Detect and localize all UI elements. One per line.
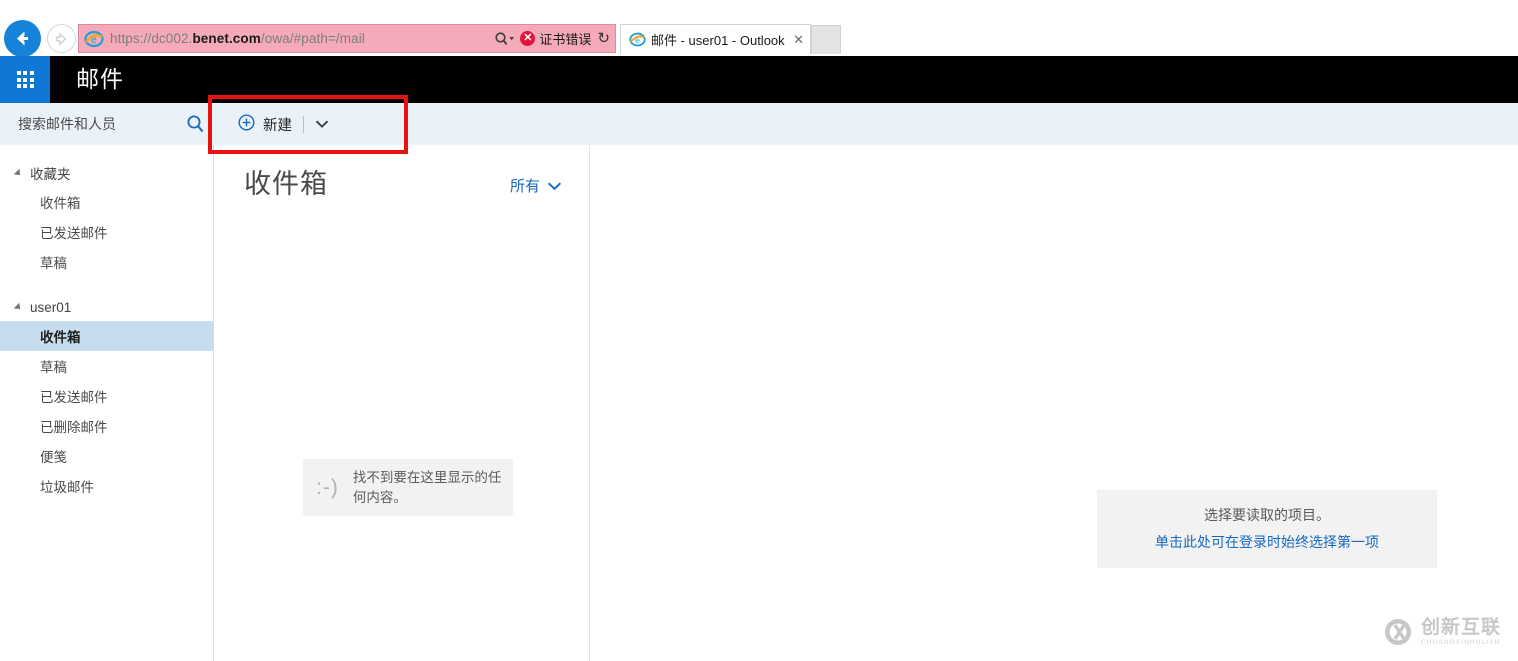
address-bar-actions: ✕ 证书错误 ↻ (494, 29, 615, 48)
empty-state-text: 找不到要在这里显示的任何内容。 (352, 470, 502, 505)
folder-group-favorites[interactable]: 收藏夹 (0, 159, 213, 187)
sidebar-item-inbox[interactable]: 收件箱 (0, 321, 213, 351)
sidebar-item-deleted[interactable]: 已删除邮件 (0, 411, 213, 441)
url-text: https://dc002.benet.com/owa/#path=/mail (110, 31, 365, 46)
sidebar-item-fav-drafts[interactable]: 草稿 (0, 247, 213, 277)
folder-item-label: 便笺 (40, 450, 67, 465)
sidebar-item-junk[interactable]: 垃圾邮件 (0, 471, 213, 501)
toolbar-divider (303, 116, 304, 133)
search-dropdown-icon[interactable] (494, 31, 516, 47)
forward-arrow-icon (56, 32, 67, 46)
message-filter-label: 所有 (509, 178, 540, 195)
sidebar-item-sent[interactable]: 已发送邮件 (0, 381, 213, 411)
back-button[interactable] (4, 20, 41, 57)
folder-sidebar: 收藏夹 收件箱 已发送邮件 草稿 user01 收件箱 草稿 已发送邮件 已删除… (0, 145, 214, 661)
chevron-down-icon (547, 181, 562, 190)
new-mail-label: 新建 (263, 118, 292, 134)
message-list-header: 收件箱 所有 (215, 145, 590, 217)
search-input[interactable] (16, 115, 180, 133)
search-box[interactable] (0, 103, 214, 145)
caret-down-icon (13, 168, 23, 178)
message-list-title: 收件箱 (244, 169, 328, 199)
folder-item-label: 已发送邮件 (40, 390, 108, 405)
folder-item-label: 草稿 (40, 360, 67, 375)
empty-list-message: :-) 找不到要在这里显示的任何内容。 (303, 459, 513, 517)
circle-plus-icon (238, 113, 255, 136)
app-launcher-button[interactable] (0, 56, 50, 103)
folder-item-label: 垃圾邮件 (40, 480, 94, 495)
reading-pane: 选择要读取的项目。 单击此处可在登录时始终选择第一项 (591, 145, 1518, 661)
forward-button[interactable] (47, 24, 76, 53)
svg-text:e: e (91, 35, 97, 46)
reading-pane-placeholder: 选择要读取的项目。 单击此处可在登录时始终选择第一项 (1097, 490, 1437, 568)
caret-down-icon (13, 302, 23, 312)
svg-text:e: e (635, 35, 640, 45)
message-list-pane: 收件箱 所有 :-) 找不到要在这里显示的任何内容。 (215, 145, 590, 661)
internet-explorer-icon: e (84, 30, 104, 47)
certificate-error-label: 证书错误 (539, 32, 592, 47)
internet-explorer-icon: e (629, 32, 646, 47)
folder-group-label: user01 (30, 299, 72, 315)
watermark-logo: 创新互联 CHUANGXINHULIAN (1382, 612, 1510, 652)
refresh-icon[interactable]: ↻ (597, 31, 610, 46)
new-mail-button[interactable]: 新建 (230, 108, 341, 141)
folder-group-user01[interactable]: user01 (0, 293, 213, 321)
watermark-text: 创新互联 CHUANGXINHULIAN (1421, 616, 1502, 647)
folder-item-label: 已发送邮件 (40, 226, 108, 241)
new-tab-button[interactable] (811, 25, 841, 54)
folder-group-label: 收藏夹 (30, 167, 71, 182)
folder-item-label: 草稿 (40, 256, 67, 271)
search-and-command-bar: 新建 (0, 103, 1518, 145)
watermark-chinese-text: 创新互联 (1421, 616, 1502, 638)
watermark-english-text: CHUANGXINHULIAN (1421, 639, 1501, 647)
waffle-grid-icon (16, 71, 34, 88)
reading-pane-placeholder-text: 选择要读取的项目。 (1204, 507, 1330, 523)
sidebar-item-fav-inbox[interactable]: 收件箱 (0, 187, 213, 217)
folder-item-label: 收件箱 (40, 196, 81, 211)
certificate-error-badge[interactable]: ✕ 证书错误 (520, 29, 591, 48)
always-select-first-item-link[interactable]: 单击此处可在登录时始终选择第一项 (1107, 531, 1427, 553)
browser-chrome: e https://dc002.benet.com/owa/#path=/mai… (0, 0, 1518, 57)
browser-tab[interactable]: e 邮件 - user01 - Outlook ✕ (620, 24, 811, 54)
folder-item-label: 收件箱 (40, 330, 81, 345)
error-badge-icon: ✕ (520, 31, 536, 46)
search-icon[interactable] (186, 114, 206, 139)
sidebar-item-drafts[interactable]: 草稿 (0, 351, 213, 381)
address-bar[interactable]: e https://dc002.benet.com/owa/#path=/mai… (78, 24, 616, 53)
page-title: 邮件 (76, 66, 124, 92)
back-arrow-icon (17, 31, 28, 46)
browser-tab-title: 邮件 - user01 - Outlook (651, 33, 785, 48)
browser-tab-strip: e 邮件 - user01 - Outlook ✕ (620, 24, 841, 54)
sidebar-item-fav-sent[interactable]: 已发送邮件 (0, 217, 213, 247)
message-filter-dropdown[interactable]: 所有 (510, 175, 562, 196)
cx-circle-logo-icon (1385, 619, 1411, 645)
sidebar-item-notes[interactable]: 便笺 (0, 441, 213, 471)
close-icon[interactable]: ✕ (793, 32, 804, 48)
owa-header-bar: 邮件 (0, 56, 1518, 103)
chevron-down-icon[interactable] (315, 116, 329, 134)
folder-item-label: 已删除邮件 (40, 420, 108, 435)
main-content-area: 收藏夹 收件箱 已发送邮件 草稿 user01 收件箱 草稿 已发送邮件 已删除… (0, 145, 1518, 661)
smiley-face-icon: :-) (316, 475, 339, 499)
